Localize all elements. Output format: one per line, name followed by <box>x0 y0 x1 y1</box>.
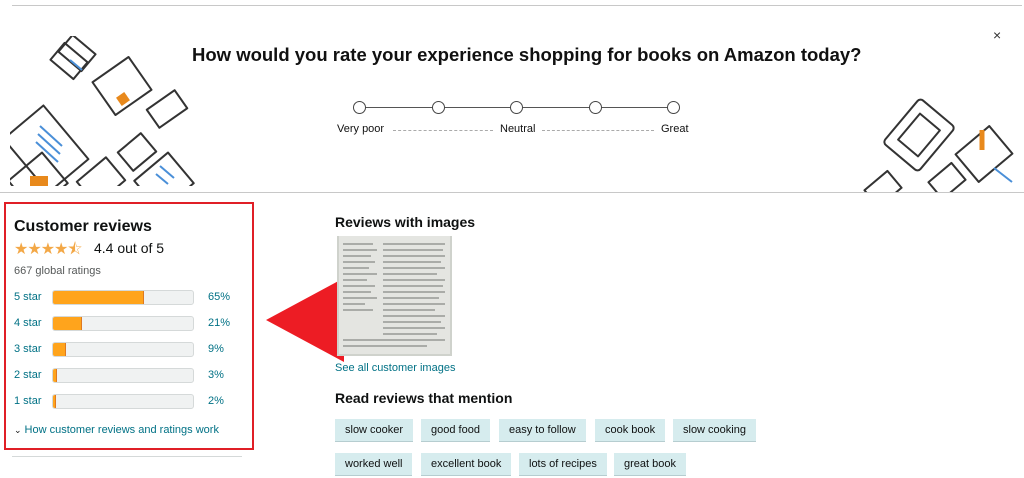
rating-option-5[interactable] <box>667 101 680 114</box>
histogram-percent[interactable]: 3% <box>208 369 224 381</box>
histogram-label[interactable]: 4 star <box>14 317 42 329</box>
section-divider <box>12 456 242 457</box>
rating-option-3[interactable] <box>510 101 523 114</box>
mention-chip-easy-to-follow[interactable]: easy to follow <box>499 419 586 442</box>
histogram-bar[interactable] <box>52 368 194 383</box>
survey-banner: How would you rate your experience shopp… <box>0 6 1024 193</box>
scale-dash-left <box>393 130 493 131</box>
histogram-bar[interactable] <box>52 342 194 357</box>
histogram-label[interactable]: 2 star <box>14 369 42 381</box>
histogram-percent[interactable]: 2% <box>208 395 224 407</box>
review-image-thumbnail[interactable] <box>337 236 452 356</box>
scale-label-neutral: Neutral <box>500 123 536 135</box>
histogram-fill <box>53 317 83 330</box>
histogram-bar[interactable] <box>52 394 194 409</box>
recipe-page-photo <box>337 236 452 356</box>
histogram-fill <box>53 369 58 382</box>
star-rating-icon: ★★★★⯪ <box>14 241 83 258</box>
histogram-fill <box>53 395 56 408</box>
scale-label-great: Great <box>661 123 689 135</box>
see-all-images-link[interactable]: See all customer images <box>335 362 455 374</box>
histogram-label[interactable]: 3 star <box>14 343 42 355</box>
rating-option-4[interactable] <box>589 101 602 114</box>
mention-chip-slow-cooking[interactable]: slow cooking <box>673 419 756 442</box>
histogram-row-4[interactable]: 4 star 21% <box>14 316 244 332</box>
histogram-percent[interactable]: 21% <box>208 317 230 329</box>
review-mentions-title: Read reviews that mention <box>335 390 513 406</box>
mention-chip-excellent-book[interactable]: excellent book <box>421 453 512 476</box>
how-reviews-work-label: How customer reviews and ratings work <box>24 424 219 436</box>
survey-question: How would you rate your experience shopp… <box>192 44 862 65</box>
histogram-label[interactable]: 5 star <box>14 291 42 303</box>
rating-option-1[interactable] <box>353 101 366 114</box>
scale-dash-right <box>542 130 654 131</box>
mention-chip-worked-well[interactable]: worked well <box>335 453 413 476</box>
devices-illustration-right <box>863 98 1014 192</box>
histogram-bar[interactable] <box>52 316 194 331</box>
histogram-fill <box>53 291 144 304</box>
scale-label-very-poor: Very poor <box>337 123 385 135</box>
rating-scale: Very poor Neutral Great <box>337 100 700 140</box>
customer-reviews-title: Customer reviews <box>14 218 152 235</box>
average-rating: 4.4 out of 5 <box>94 240 165 256</box>
histogram-percent[interactable]: 9% <box>208 343 224 355</box>
chevron-down-icon: ⌄ <box>14 425 22 435</box>
rating-option-2[interactable] <box>432 101 445 114</box>
histogram-percent[interactable]: 65% <box>208 291 230 303</box>
mention-chip-great-book[interactable]: great book <box>614 453 686 476</box>
mention-chip-slow-cooker[interactable]: slow cooker <box>335 419 414 442</box>
mention-chip-good-food[interactable]: good food <box>421 419 490 442</box>
how-reviews-work-link[interactable]: ⌄ How customer reviews and ratings work <box>14 424 219 436</box>
histogram-row-1[interactable]: 1 star 2% <box>14 394 244 410</box>
reviews-with-images-title: Reviews with images <box>335 214 476 230</box>
histogram-bar[interactable] <box>52 290 194 305</box>
close-icon[interactable]: × <box>993 27 1001 43</box>
histogram-row-2[interactable]: 2 star 3% <box>14 368 244 384</box>
histogram-label[interactable]: 1 star <box>14 395 42 407</box>
mention-chip-cook-book[interactable]: cook book <box>595 419 666 442</box>
customer-reviews-panel: Customer reviews ★★★★⯪ 4.4 out of 5 667 … <box>4 202 254 450</box>
histogram-row-5[interactable]: 5 star 65% <box>14 290 244 306</box>
histogram-fill <box>53 343 66 356</box>
histogram-row-3[interactable]: 3 star 9% <box>14 342 244 358</box>
mention-chip-lots-of-recipes[interactable]: lots of recipes <box>519 453 607 476</box>
global-ratings-count: 667 global ratings <box>14 265 101 277</box>
